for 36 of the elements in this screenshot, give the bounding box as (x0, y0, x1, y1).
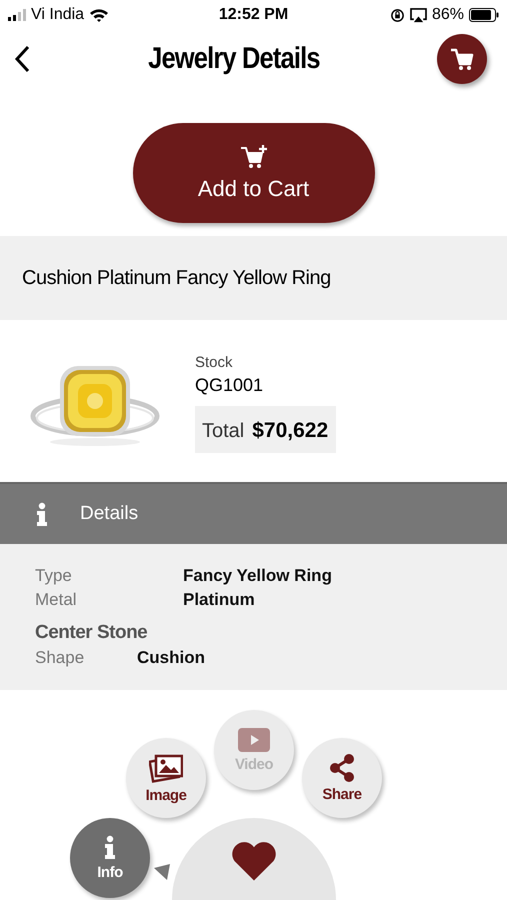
detail-label: Shape (35, 648, 86, 668)
cart-icon (448, 46, 475, 72)
share-icon (329, 754, 355, 782)
detail-value: Platinum (183, 590, 256, 610)
carrier-name: Vi India (31, 6, 84, 24)
section-title: Center Stone (35, 622, 148, 644)
rotation-lock-icon (390, 8, 405, 22)
add-to-cart-button[interactable]: Add to Cart (132, 123, 374, 223)
stock-label: Stock (195, 354, 233, 370)
signal-icon (8, 9, 26, 21)
detail-value: Cushion (137, 648, 206, 668)
heart-icon (231, 840, 277, 882)
airplay-icon (410, 8, 427, 22)
images-icon (149, 752, 183, 782)
stock-number: QG1001 (195, 374, 264, 396)
back-icon[interactable] (14, 45, 30, 73)
battery-percent: 86% (432, 6, 464, 24)
image-button[interactable]: Image (126, 738, 206, 818)
info-button[interactable]: Info (70, 818, 150, 898)
details-title: Details (80, 503, 138, 525)
info-icon (102, 835, 118, 860)
detail-value: Fancy Yellow Ring (183, 566, 333, 586)
play-icon (238, 728, 270, 752)
detail-label: Type (35, 566, 73, 586)
share-button[interactable]: Share (302, 738, 382, 818)
wifi-icon (89, 8, 110, 22)
product-name: Cushion Platinum Fancy Yellow Ring (22, 266, 331, 290)
status-time: 12:52 PM (218, 6, 288, 24)
pointer-icon (154, 864, 170, 880)
screen-title: Jewelry Details (148, 42, 320, 76)
total-label: Total (202, 420, 244, 442)
info-icon (34, 502, 50, 526)
detail-label: Metal (35, 590, 78, 610)
total-price: $70,622 (252, 418, 328, 442)
cart-button[interactable] (436, 34, 487, 84)
battery-icon (469, 8, 499, 22)
